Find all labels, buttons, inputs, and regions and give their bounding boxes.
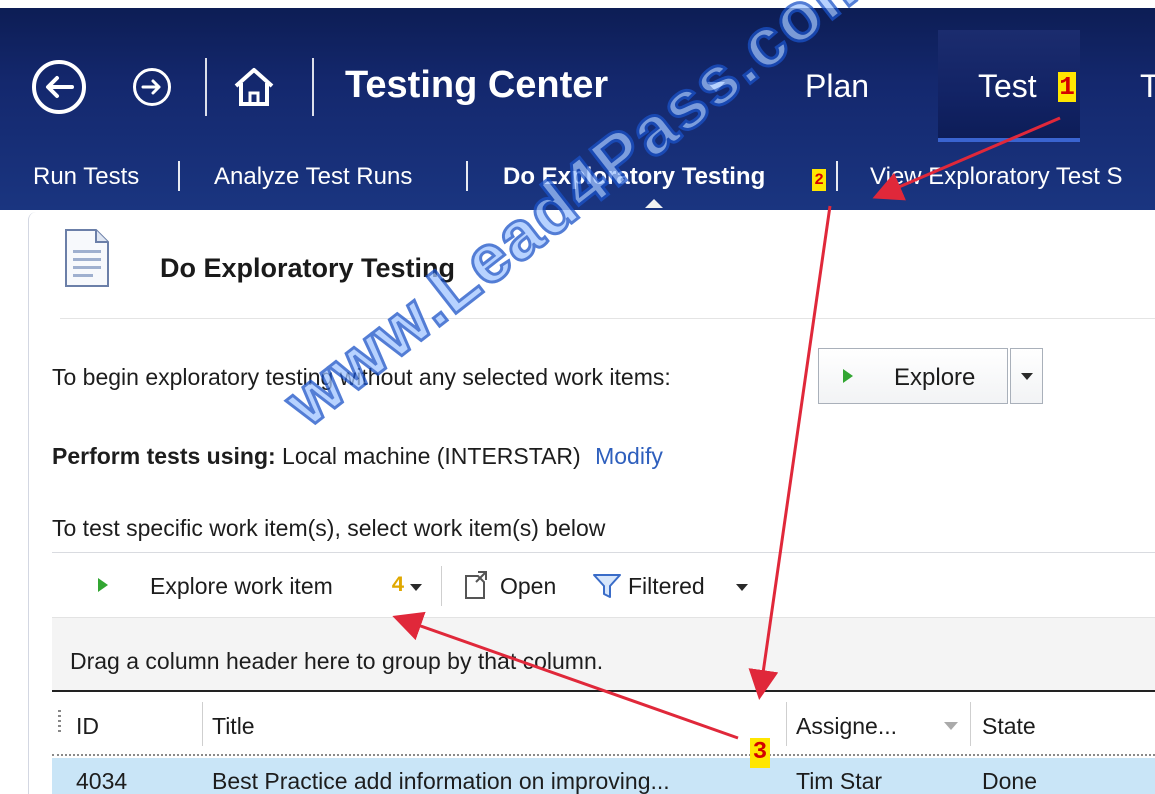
- group-by-hint: Drag a column header here to group by th…: [70, 648, 604, 674]
- filter-icon[interactable]: [592, 573, 622, 599]
- subnav-view-exploratory-test-sessions[interactable]: View Exploratory Test S: [870, 163, 1123, 191]
- explore-button-label: Explore: [894, 364, 976, 391]
- nav-separator: [312, 58, 314, 116]
- cell-id: 4034: [76, 768, 128, 794]
- annotation-marker-4: 4: [391, 573, 405, 598]
- drag-grip-icon[interactable]: [58, 710, 61, 734]
- open-button[interactable]: Open: [500, 573, 556, 600]
- top-white-strip: [0, 0, 1155, 8]
- chevron-down-icon: [1021, 373, 1033, 380]
- app-title: Testing Center: [345, 64, 609, 106]
- toolbar-separator: [441, 566, 442, 606]
- column-separator[interactable]: [202, 702, 203, 746]
- back-arrow-icon: [46, 76, 74, 98]
- nav-tab-test[interactable]: Test: [978, 68, 1037, 105]
- subnav-analyze-test-runs[interactable]: Analyze Test Runs: [214, 163, 412, 191]
- heading-divider: [60, 318, 1155, 319]
- annotation-marker-1: 1: [1058, 72, 1076, 102]
- forward-button[interactable]: [133, 68, 171, 106]
- explore-work-item-button[interactable]: Explore work item: [150, 573, 333, 600]
- forward-arrow-icon: [141, 79, 161, 95]
- open-icon[interactable]: [464, 570, 488, 600]
- column-separator[interactable]: [786, 702, 787, 746]
- perform-tests-line: Perform tests using: Local machine (INTE…: [52, 443, 663, 470]
- back-button[interactable]: [32, 60, 86, 114]
- nav-tab-partial[interactable]: T: [1140, 68, 1155, 105]
- annotation-marker-2: 2: [812, 169, 826, 191]
- perform-tests-value: Local machine (INTERSTAR): [282, 443, 581, 469]
- subnav-separator: [178, 161, 180, 191]
- explore-button[interactable]: Explore: [818, 348, 1008, 404]
- play-icon: [98, 578, 108, 592]
- subnav-run-tests[interactable]: Run Tests: [33, 163, 139, 191]
- subnav-separator: [836, 161, 838, 191]
- cell-assigned: Tim Star: [796, 768, 883, 794]
- column-header-assigned[interactable]: Assigne...: [796, 713, 897, 740]
- perform-tests-label: Perform tests using:: [52, 443, 276, 469]
- column-header-title[interactable]: Title: [212, 713, 255, 740]
- document-icon: [65, 229, 109, 287]
- specific-work-items-instructions: To test specific work item(s), select wo…: [52, 515, 606, 541]
- column-header-id[interactable]: ID: [76, 713, 99, 740]
- top-nav-row: Testing Center Plan Test 1 T: [0, 30, 1155, 142]
- cell-title: Best Practice add information on improvi…: [212, 768, 670, 794]
- play-icon: [843, 369, 853, 383]
- annotation-marker-3: 3: [750, 738, 770, 768]
- column-filter-icon[interactable]: [944, 722, 958, 730]
- filtered-button[interactable]: Filtered: [628, 573, 705, 600]
- subnav-separator: [466, 161, 468, 191]
- chevron-down-icon[interactable]: [410, 584, 422, 591]
- active-tab-pointer: [645, 199, 663, 208]
- nav-separator: [205, 58, 207, 116]
- home-icon[interactable]: [232, 66, 276, 108]
- nav-tab-plan[interactable]: Plan: [805, 68, 869, 105]
- column-header-state[interactable]: State: [982, 713, 1036, 740]
- modify-link[interactable]: Modify: [595, 443, 663, 469]
- chevron-down-icon[interactable]: [736, 584, 748, 591]
- column-separator[interactable]: [970, 702, 971, 746]
- cell-state: Done: [982, 768, 1037, 794]
- explore-dropdown-button[interactable]: [1010, 348, 1043, 404]
